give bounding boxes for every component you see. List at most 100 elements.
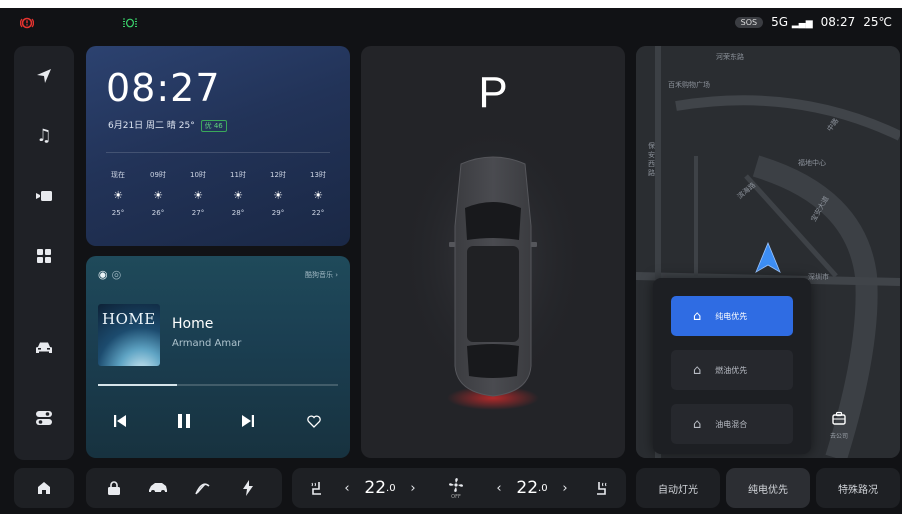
- sun-icon: ☀: [153, 189, 163, 202]
- pause-button[interactable]: [166, 406, 202, 436]
- album-cover-text: HOME: [102, 310, 156, 328]
- weather-time: 08:27: [106, 66, 221, 110]
- sos-badge[interactable]: SOS: [734, 16, 764, 28]
- tire-pressure-warning-icon: [19, 16, 35, 34]
- wiper-icon: [195, 483, 210, 495]
- map-label: 深圳市: [808, 273, 829, 281]
- seat-heat-icon: [597, 482, 607, 495]
- album-cover: HOME: [98, 304, 160, 366]
- lock-button[interactable]: [96, 468, 132, 508]
- route-preference-popup: ⌂ 纯电优先 ⌂ 燃油优先 ⌂ 油电混合: [653, 278, 811, 454]
- home-segment: [14, 468, 74, 508]
- track-artist: Armand Amar: [172, 338, 242, 349]
- fan-button[interactable]: OFF: [438, 468, 474, 508]
- dim-light-indicator-icon: [122, 18, 138, 31]
- quick-controls-segment: [86, 468, 282, 508]
- car-side-icon: [149, 483, 167, 494]
- sun-icon: ☀: [273, 189, 283, 202]
- grid-apps-icon: [37, 249, 51, 263]
- right-temp-increase-button[interactable]: ›: [556, 468, 574, 508]
- music-card[interactable]: ◉ ◎ 酷狗音乐 › HOME Home Armand Amar: [86, 256, 350, 458]
- climate-segment: ‹ 22.0 › OFF ‹ 22.0 ›: [292, 468, 626, 508]
- sidebar-car-button[interactable]: [14, 328, 74, 368]
- map-label: 百禾购物广场: [668, 81, 710, 89]
- lightning-bolt-icon: [243, 480, 253, 496]
- passenger-seat-heat-button[interactable]: [586, 468, 616, 508]
- route-option-fuel-first[interactable]: ⌂ 燃油优先: [671, 350, 793, 390]
- weather-card[interactable]: 08:27 6月21日 周二 晴 25° 优 46 现在 ☀ 25° 09时 ☀ 26°…: [86, 46, 350, 246]
- map-label: 福地中心: [798, 159, 826, 167]
- network-indicator: 5G ▂▄▆: [771, 15, 813, 29]
- skip-next-icon: [242, 415, 254, 427]
- bottom-bar: ‹ 22.0 › OFF ‹ 22.0 › 自动灯光 纯电优先 特殊路况: [14, 468, 900, 510]
- route-option-hybrid[interactable]: ⌂ 油电混合: [671, 404, 793, 444]
- vehicle-top-view: [398, 118, 588, 410]
- forecast-item: 11时 ☀ 28°: [220, 170, 256, 217]
- driver-seat-heat-button[interactable]: [302, 468, 332, 508]
- next-track-button[interactable]: [230, 406, 266, 436]
- go-to-company-button[interactable]: 去公司: [822, 410, 856, 440]
- sidebar-media-button[interactable]: [14, 176, 74, 216]
- previous-track-button[interactable]: [102, 406, 138, 436]
- wiper-button[interactable]: [184, 468, 220, 508]
- heart-icon: [307, 414, 321, 428]
- fan-state: OFF: [451, 493, 461, 500]
- music-more-link[interactable]: 酷狗音乐 ›: [305, 270, 338, 280]
- sidebar-navigation-button[interactable]: [14, 56, 74, 96]
- charging-button[interactable]: [230, 468, 266, 508]
- left-temp-increase-button[interactable]: ›: [404, 468, 422, 508]
- sun-icon: ☀: [113, 189, 123, 202]
- route-option-electric-first[interactable]: ⌂ 纯电优先: [671, 296, 793, 336]
- music-app-icon: ◉: [98, 268, 108, 281]
- status-right: SOS 5G ▂▄▆ 08:27 25℃: [734, 15, 892, 29]
- sun-icon: ☀: [233, 189, 243, 202]
- special-road-button[interactable]: 特殊路况: [816, 468, 900, 508]
- forecast-item: 现在 ☀ 25°: [100, 170, 136, 217]
- hourly-forecast: 现在 ☀ 25° 09时 ☀ 26° 10时 ☀ 27° 11时 ☀ 28° 12时 ☀ 29° 1…: [100, 170, 336, 217]
- lock-icon: [108, 481, 120, 495]
- mode-buttons-segment: 自动灯光 纯电优先 特殊路况: [636, 468, 900, 508]
- briefcase-icon: [832, 411, 846, 425]
- favorite-button[interactable]: [296, 406, 332, 436]
- music-note-icon: ♫: [36, 126, 52, 146]
- left-temp-decrease-button[interactable]: ‹: [338, 468, 356, 508]
- status-bar: SOS 5G ▂▄▆ 08:27 25℃: [0, 8, 902, 40]
- sun-icon: ☀: [313, 189, 323, 202]
- music-source-icons[interactable]: ◉ ◎: [98, 268, 121, 281]
- sun-icon: ☀: [193, 189, 203, 202]
- navigation-arrow-icon: [37, 69, 51, 83]
- car-mode-button[interactable]: [140, 468, 176, 508]
- map-panel[interactable]: 河荣东路 百禾购物广场 保安西路 福地中心 滨海路 宝安大道 深圳市 中路 ⌂ 纯…: [636, 46, 900, 458]
- sidebar-music-button[interactable]: ♫: [14, 116, 74, 156]
- infotainment-screen: SOS 5G ▂▄▆ 08:27 25℃ ♫ 08:27 6月21日 周二 晴 …: [0, 8, 902, 514]
- car-front-icon: [36, 342, 52, 353]
- house-fuel-icon: ⌂: [693, 362, 702, 378]
- house-charge-icon: ⌂: [693, 308, 702, 324]
- current-location-arrow-icon: [755, 242, 781, 273]
- auto-lights-button[interactable]: 自动灯光: [636, 468, 720, 508]
- forecast-item: 09时 ☀ 26°: [140, 170, 176, 217]
- right-temp-decrease-button[interactable]: ‹: [490, 468, 508, 508]
- poi-label: 去公司: [829, 433, 848, 440]
- track-progress-bar[interactable]: [98, 384, 338, 386]
- passenger-temperature: 22.0: [516, 478, 548, 498]
- signal-icon: ▂▄▆: [791, 19, 813, 29]
- home-icon: [38, 482, 50, 494]
- sidebar-settings-button[interactable]: [14, 398, 74, 438]
- forecast-item: 12时 ☀ 29°: [260, 170, 296, 217]
- pause-icon: [178, 414, 190, 428]
- driver-temperature: 22.0: [364, 478, 396, 498]
- weather-divider: [106, 152, 330, 153]
- forecast-item: 10时 ☀ 27°: [180, 170, 216, 217]
- chevron-right-icon: ›: [562, 480, 568, 496]
- vehicle-status-panel: P: [361, 46, 625, 458]
- forecast-item: 13时 ☀ 22°: [300, 170, 336, 217]
- sidebar-apps-button[interactable]: [14, 236, 74, 276]
- chevron-left-icon: ‹: [344, 480, 350, 496]
- skip-previous-icon: [114, 415, 126, 427]
- clock: 08:27: [820, 15, 856, 29]
- electric-first-button[interactable]: 纯电优先: [726, 468, 810, 508]
- home-button[interactable]: [14, 468, 74, 508]
- chevron-left-icon: ‹: [496, 480, 502, 496]
- weather-date: 6月21日 周二 晴 25° 优 46: [108, 118, 227, 132]
